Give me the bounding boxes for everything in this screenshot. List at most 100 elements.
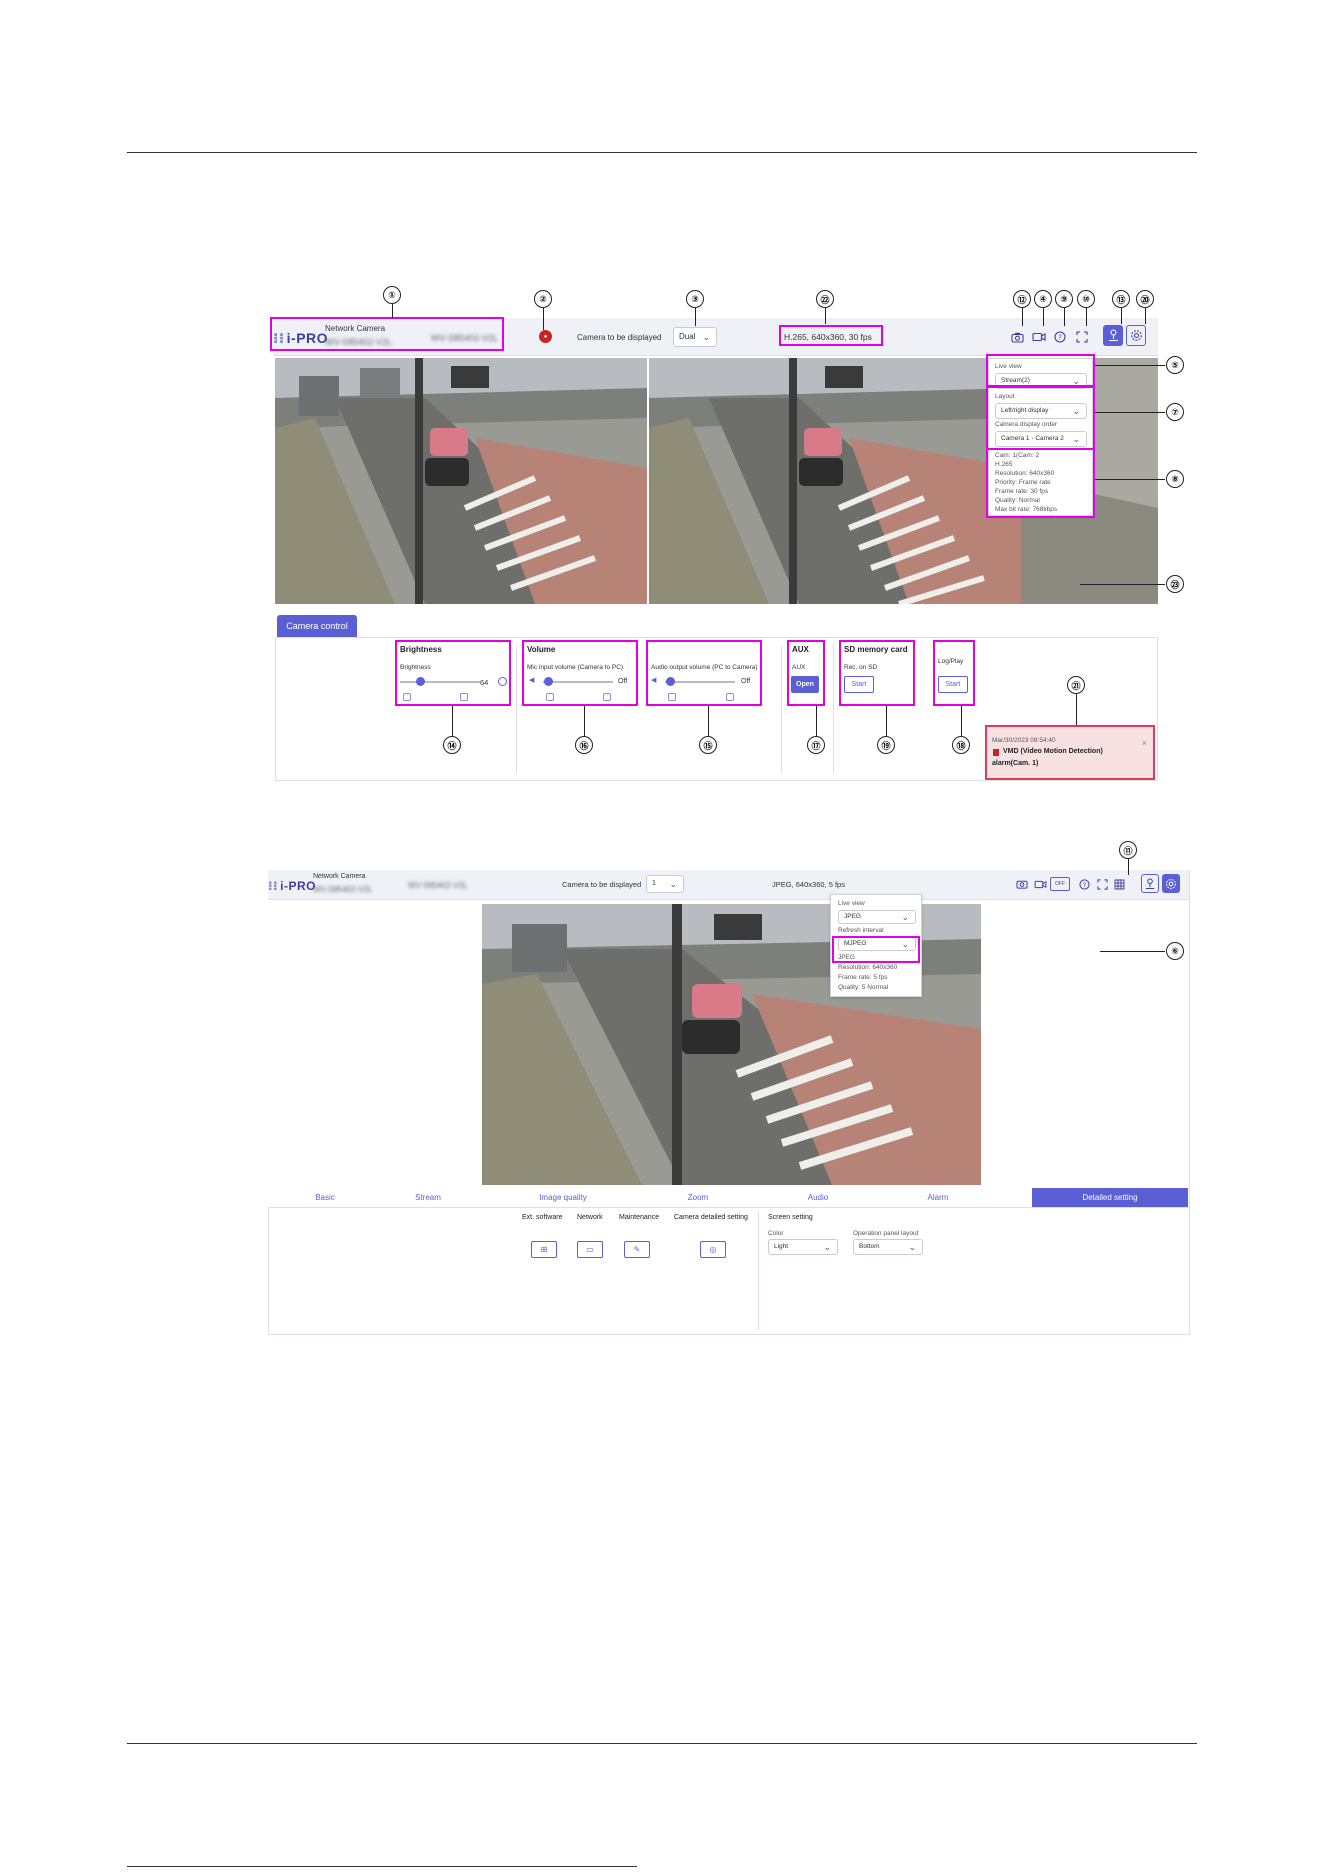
top-rule: [127, 152, 1197, 153]
camera-icon[interactable]: [1014, 876, 1030, 892]
callout-leader: [825, 308, 826, 324]
camera-display-label: Camera to be displayed: [562, 880, 642, 889]
callout-leader: [1095, 365, 1165, 366]
highlight-volume-audio: [646, 640, 762, 706]
callout-8: ⑧: [1166, 470, 1184, 488]
callout-leader: [584, 706, 585, 736]
highlight-refresh-interval: [832, 936, 920, 963]
highlight-live-view: [986, 354, 1095, 387]
callout-22: ㉒: [816, 290, 834, 308]
callout-14: ⑭: [443, 736, 461, 754]
callout-leader: [1100, 951, 1165, 952]
help-icon[interactable]: ?: [1051, 328, 1069, 346]
callout-leader: [961, 706, 962, 736]
live-view-select[interactable]: JPEG ⌄: [838, 910, 916, 924]
screenshot-dual-view: ⁝⁝ i-PRO Network Camera WV-S85402-V2L WV-…: [270, 317, 1158, 781]
ext-software-icon[interactable]: ⊞: [531, 1241, 557, 1258]
callout-2: ②: [534, 290, 552, 308]
callout-leader: [392, 304, 393, 318]
info-line-2: Resolution: 640x360: [838, 964, 898, 971]
highlight-brightness: [395, 640, 511, 706]
stream-info: JPEG, 640x360, 5 fps: [772, 880, 845, 889]
tab-basic[interactable]: Basic: [280, 1188, 370, 1207]
alarm-flag-icon: [993, 749, 999, 756]
tab-detailed-setting[interactable]: Detailed setting: [1032, 1188, 1188, 1207]
off-toggle-icon[interactable]: OFF: [1050, 877, 1070, 891]
alarm-text: VMD (Video Motion Detection): [1003, 748, 1103, 755]
callout-leader: [1128, 859, 1129, 875]
tab-audio[interactable]: Audio: [768, 1188, 868, 1207]
callout-leader: [886, 706, 887, 736]
gear-icon[interactable]: [1126, 325, 1146, 346]
maintenance-icon[interactable]: ✎: [624, 1241, 650, 1258]
callout-leader: [1043, 308, 1044, 326]
divider: [758, 1212, 759, 1330]
info-line-3: Frame rate: 5 fps: [838, 974, 888, 981]
refresh-interval-label: Refresh interval: [838, 927, 884, 934]
network-label: Network: [577, 1214, 603, 1221]
callout-leader: [1022, 308, 1023, 326]
callout-leader: [543, 308, 544, 330]
callout-15: ⑮: [699, 736, 717, 754]
callout-leader: [1080, 584, 1165, 585]
highlight-sd: [839, 640, 915, 706]
live-view-label: Live view: [838, 900, 865, 907]
camera-display-select[interactable]: Dual ⌄: [673, 327, 717, 347]
divider: [781, 646, 782, 774]
grid-icon[interactable]: [1111, 876, 1127, 892]
callout-6: ⑥: [1166, 942, 1184, 960]
tab-alarm[interactable]: Alarm: [888, 1188, 988, 1207]
callout-19: ⑲: [877, 736, 895, 754]
callout-leader: [1145, 308, 1146, 324]
callout-leader: [1121, 308, 1122, 324]
brand-logo: ⁝⁝ i-PRO: [268, 879, 316, 893]
highlight-layout: [986, 386, 1095, 450]
header-bar: ⁝⁝ i-PRO Network Camera WV-S85402-V2L WV-…: [268, 870, 1189, 900]
screenshot-single-view: ⁝⁝ i-PRO Network Camera WV-S85402-V2L WV-…: [268, 870, 1190, 1335]
tab-image-quality[interactable]: Image quality: [498, 1188, 628, 1207]
divider: [516, 646, 517, 774]
panel-layout-label: Operation panel layout: [853, 1230, 919, 1237]
tab-camera-control[interactable]: Camera control: [277, 615, 357, 637]
callout-leader: [816, 706, 817, 736]
footer-rule: [127, 1866, 637, 1867]
screen-setting-title: Screen setting: [768, 1214, 813, 1221]
callout-16: ⑯: [575, 736, 593, 754]
network-icon[interactable]: ▭: [577, 1241, 603, 1258]
alarm-notification[interactable]: Mar/30/2023 09:54:40 VMD (Video Motion D…: [985, 725, 1155, 780]
live-video-camera-1: [275, 358, 647, 604]
help-icon[interactable]: ?: [1076, 876, 1092, 892]
callout-11: ⑪: [1119, 841, 1137, 859]
callout-12: ⑫: [1013, 290, 1031, 308]
close-icon[interactable]: ×: [1142, 738, 1147, 748]
zoom-icon[interactable]: [1141, 874, 1159, 893]
fullscreen-icon[interactable]: [1073, 328, 1091, 346]
alarm-time: Mar/30/2023 09:54:40: [992, 737, 1056, 744]
fullscreen-icon[interactable]: [1094, 876, 1110, 892]
callout-17: ⑰: [807, 736, 825, 754]
callout-13: ⑬: [1112, 290, 1130, 308]
detailed-setting-panel: [268, 1207, 1190, 1335]
color-select[interactable]: Light ⌄: [768, 1239, 838, 1255]
record-dot-icon[interactable]: ●: [539, 330, 552, 343]
callout-leader: [1076, 694, 1077, 725]
callout-18: ⑱: [952, 736, 970, 754]
alarm-cam: alarm(Cam. 1): [992, 760, 1039, 767]
camera-icon[interactable]: [1008, 328, 1026, 346]
camera-detailed-icon[interactable]: ◎: [700, 1241, 726, 1258]
tab-stream[interactable]: Stream: [378, 1188, 478, 1207]
svg-text:?: ?: [1058, 334, 1062, 342]
zoom-icon[interactable]: [1103, 325, 1123, 346]
highlight-log: [933, 640, 975, 706]
tab-zoom[interactable]: Zoom: [648, 1188, 748, 1207]
callout-leader: [1095, 479, 1165, 480]
video-icon[interactable]: [1030, 328, 1048, 346]
gear-icon[interactable]: [1162, 874, 1180, 893]
highlight-volume-mic: [522, 640, 638, 706]
video-icon[interactable]: [1032, 876, 1048, 892]
callout-5: ⑤: [1166, 356, 1184, 374]
panel-layout-select[interactable]: Bottom ⌄: [853, 1239, 923, 1255]
camera-display-select[interactable]: 1 ⌄: [646, 875, 684, 893]
highlight-header-id: [270, 317, 504, 351]
callout-23: ㉓: [1166, 575, 1184, 593]
